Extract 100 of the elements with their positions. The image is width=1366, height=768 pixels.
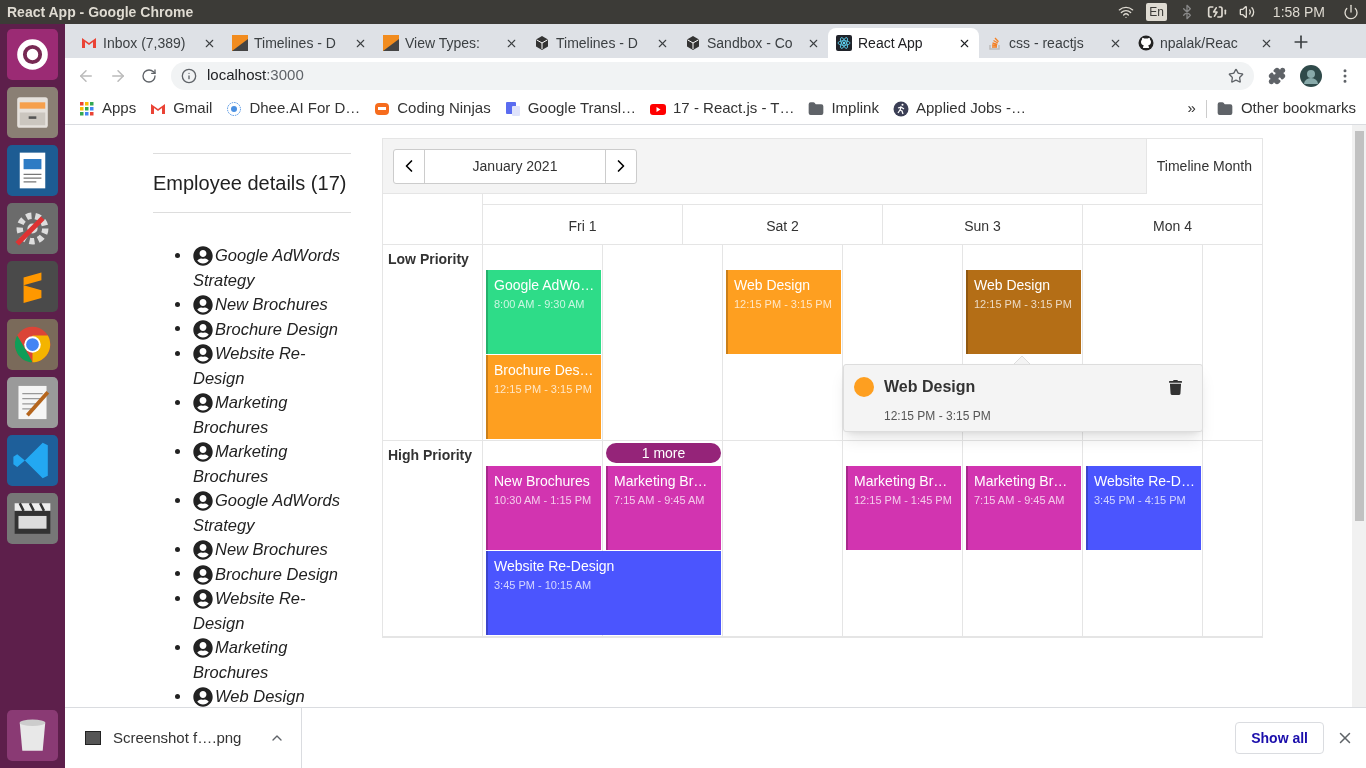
event-time: 7:15 AM - 9:45 AM <box>974 493 1066 508</box>
tab-title: React App <box>858 33 923 53</box>
user-icon <box>193 442 213 462</box>
chrome-icon[interactable] <box>7 319 58 370</box>
bullet-icon <box>175 693 180 699</box>
event-card[interactable]: Web Design 12:15 PM - 3:15 PM <box>966 270 1081 354</box>
event-time: 3:45 PM - 10:15 AM <box>494 578 593 593</box>
browser-tab[interactable]: npalak/Reac <box>1130 28 1281 58</box>
event-card[interactable]: Marketing Br… 12:15 PM - 1:45 PM <box>846 466 961 550</box>
document-icon[interactable] <box>7 145 58 196</box>
stack-icon <box>987 35 1003 51</box>
event-card[interactable]: Marketing Br… 7:15 AM - 9:45 AM <box>606 466 721 550</box>
logo-icon <box>232 35 248 51</box>
folder-icon <box>1216 100 1233 117</box>
other-bookmarks[interactable]: Other bookmarks <box>1216 97 1356 120</box>
bookmark[interactable]: Implink <box>808 97 879 120</box>
employee-item[interactable]: Google AdWords Strategy <box>175 243 351 292</box>
event-card[interactable]: Marketing Br… 7:15 AM - 9:45 AM <box>966 466 1081 550</box>
gear-icon[interactable] <box>7 203 58 254</box>
trash-icon[interactable] <box>7 710 58 761</box>
ubuntu-icon[interactable] <box>7 29 58 80</box>
drawer-icon[interactable] <box>7 87 58 138</box>
browser-tab[interactable]: View Types: <box>375 28 526 58</box>
tab-title: View Types: <box>405 33 480 53</box>
employee-item[interactable]: Google AdWords Strategy <box>175 488 351 537</box>
folder-icon <box>808 100 825 117</box>
employee-item[interactable]: Website Re-Design <box>175 586 351 635</box>
info-icon[interactable] <box>181 67 197 84</box>
bullet-icon <box>175 546 180 552</box>
sublime-icon[interactable] <box>7 261 58 312</box>
event-card[interactable]: New Brochures 10:30 AM - 1:15 PM <box>486 466 601 550</box>
browser-tab[interactable]: React App <box>828 28 979 58</box>
employee-item[interactable]: Marketing Brochures <box>175 439 351 488</box>
keyboard-indicator[interactable]: En <box>1146 3 1167 21</box>
delete-icon[interactable] <box>1169 379 1182 395</box>
cat-icon <box>1138 35 1154 51</box>
bullet-icon <box>175 644 180 650</box>
event-time: 12:15 PM - 3:15 PM <box>494 382 593 397</box>
event-title: Web Design <box>734 276 811 294</box>
wifi-icon[interactable] <box>1118 4 1135 20</box>
employee-item[interactable]: Web Design <box>175 684 351 707</box>
reload-icon[interactable] <box>141 67 157 84</box>
extensions-icon[interactable] <box>1268 66 1286 85</box>
bullet-icon <box>175 497 180 503</box>
browser-tab[interactable]: Timelines - D <box>526 28 677 58</box>
bookmark[interactable]: Applied Jobs -… <box>892 97 1027 120</box>
avatar[interactable] <box>1300 64 1322 87</box>
employee-item[interactable]: Marketing Brochures <box>175 635 351 684</box>
bookmark-star-icon[interactable] <box>1228 67 1244 84</box>
bookmark[interactable]: Coding Ninjas <box>374 97 491 120</box>
employee-item[interactable]: Website Re-Design <box>175 341 351 390</box>
address-bar[interactable]: localhost:3000 <box>171 61 1254 90</box>
employee-item[interactable]: New Brochures <box>175 537 351 562</box>
employee-item[interactable]: Brochure Design <box>175 316 351 341</box>
tab-title: Inbox (7,389) <box>103 33 186 53</box>
employee-item[interactable]: New Brochures <box>175 292 351 317</box>
mail-icon <box>81 35 97 51</box>
more-pill[interactable]: 1 more <box>606 443 721 463</box>
view-button[interactable]: Timeline Month <box>1145 138 1262 194</box>
more-bookmarks[interactable]: » <box>1187 97 1196 120</box>
user-icon <box>193 344 213 364</box>
browser-tab[interactable]: Sandbox - Co <box>677 28 828 58</box>
event-time: 7:15 AM - 9:45 AM <box>614 493 706 508</box>
translate-icon <box>504 100 521 117</box>
day-header: Sun 3 <box>964 217 1001 236</box>
employee-item[interactable]: Marketing Brochures <box>175 390 351 439</box>
user-icon <box>193 491 213 511</box>
bookmark[interactable]: Gmail <box>150 97 213 120</box>
browser-tab[interactable]: Timelines - D <box>224 28 375 58</box>
event-time: 12:15 PM - 1:45 PM <box>854 493 953 508</box>
resource-name: High Priority <box>388 447 472 463</box>
user-icon <box>193 687 213 707</box>
bookmark[interactable]: Google Transl… <box>504 97 637 120</box>
event-title: Brochure Des… <box>494 361 595 379</box>
event-card[interactable]: Website Re-D… 3:45 PM - 4:15 PM <box>1086 466 1201 550</box>
user-icon <box>193 564 213 585</box>
employee-item[interactable]: Brochure Design <box>175 561 351 586</box>
event-time: 12:15 PM - 3:15 PM <box>974 297 1073 312</box>
bullet-icon <box>175 301 180 307</box>
power-icon[interactable] <box>1343 4 1359 20</box>
code-editor-icon[interactable] <box>7 435 58 486</box>
event-card[interactable]: Website Re-Design 3:45 PM - 10:15 AM <box>486 551 721 635</box>
clapperboard-icon[interactable] <box>7 493 58 544</box>
event-time: 3:45 PM - 4:15 PM <box>1094 493 1187 508</box>
event-title: Marketing Br… <box>854 472 949 490</box>
scrollbar[interactable] <box>1352 125 1366 707</box>
volume-icon[interactable] <box>1238 4 1255 20</box>
runner-icon <box>892 100 909 117</box>
bookmark[interactable]: Apps <box>79 97 137 120</box>
user-icon <box>193 589 213 609</box>
event-time: 12:15 PM - 3:15 PM <box>734 297 833 312</box>
browser-tab[interactable]: Inbox (7,389) <box>73 28 224 58</box>
pencil-note-icon[interactable] <box>7 377 58 428</box>
show-all-button[interactable]: Show all <box>1235 722 1324 754</box>
bookmark[interactable]: Dhee.AI For D… <box>226 97 361 120</box>
browser-tab[interactable]: css - reactjs <box>979 28 1130 58</box>
bookmark[interactable]: 17 - React.js - T… <box>650 97 795 120</box>
popover-time: 12:15 PM - 3:15 PM <box>884 408 992 425</box>
download-item[interactable]: Screenshot f….png <box>65 708 302 768</box>
clock[interactable]: 1:58 PM <box>1272 1 1325 23</box>
